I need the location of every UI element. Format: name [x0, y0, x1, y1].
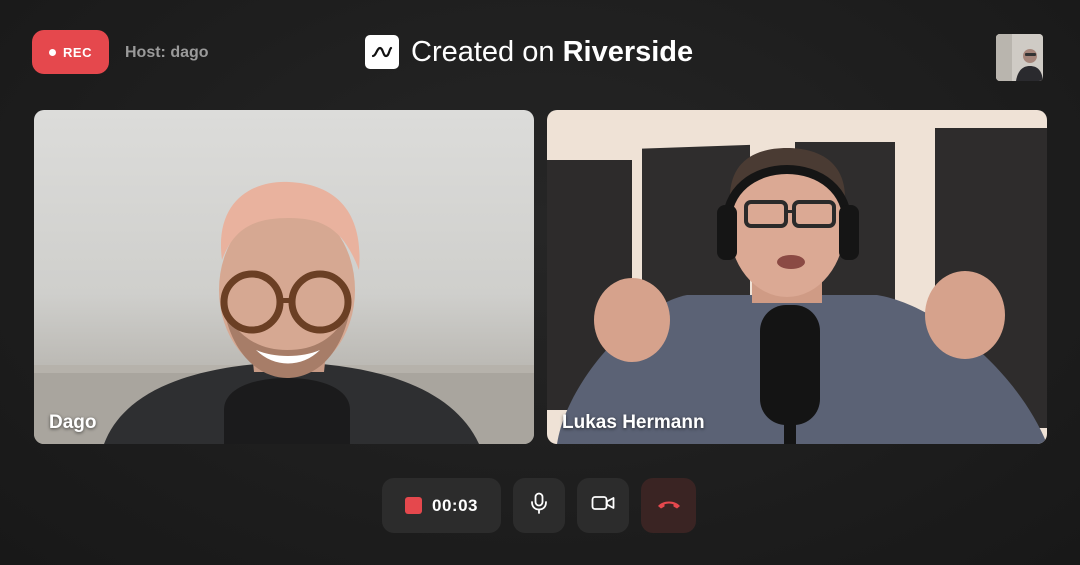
stop-square-icon: [405, 497, 422, 514]
participant-name-dago: Dago: [49, 412, 97, 433]
brand-name: Riverside: [562, 35, 694, 68]
participant-name-lukas-hermann: Lukas Hermann: [562, 412, 705, 433]
camera-button[interactable]: [577, 478, 629, 533]
video-tile-lukas-hermann[interactable]: Lukas Hermann: [547, 110, 1047, 444]
timer-text: 00:03: [432, 495, 478, 515]
end-call-button[interactable]: [641, 478, 696, 533]
rec-label: REC: [63, 44, 92, 60]
host-label: Host: dago: [125, 44, 209, 61]
participant-video-dago: [34, 181, 534, 444]
self-view-thumbnail[interactable]: [996, 34, 1043, 81]
microphone-button[interactable]: [513, 478, 565, 533]
video-camera-icon: [591, 495, 615, 516]
brand: Created on Riverside: [365, 34, 693, 70]
recording-timer[interactable]: 00:03: [382, 478, 501, 533]
hang-up-phone-icon: [656, 497, 682, 515]
microphone-icon: [529, 492, 549, 519]
rec-button[interactable]: REC: [32, 30, 109, 74]
participant-video-lukas-hermann: [547, 128, 1047, 444]
record-dot-icon: [49, 48, 57, 56]
brand-text: Created on Riverside: [411, 36, 693, 69]
call-controls: 00:03: [382, 478, 696, 533]
brand-prefix: Created on: [411, 35, 555, 68]
video-tile-dago[interactable]: Dago: [34, 110, 534, 444]
riverside-wave-icon: [365, 35, 399, 69]
